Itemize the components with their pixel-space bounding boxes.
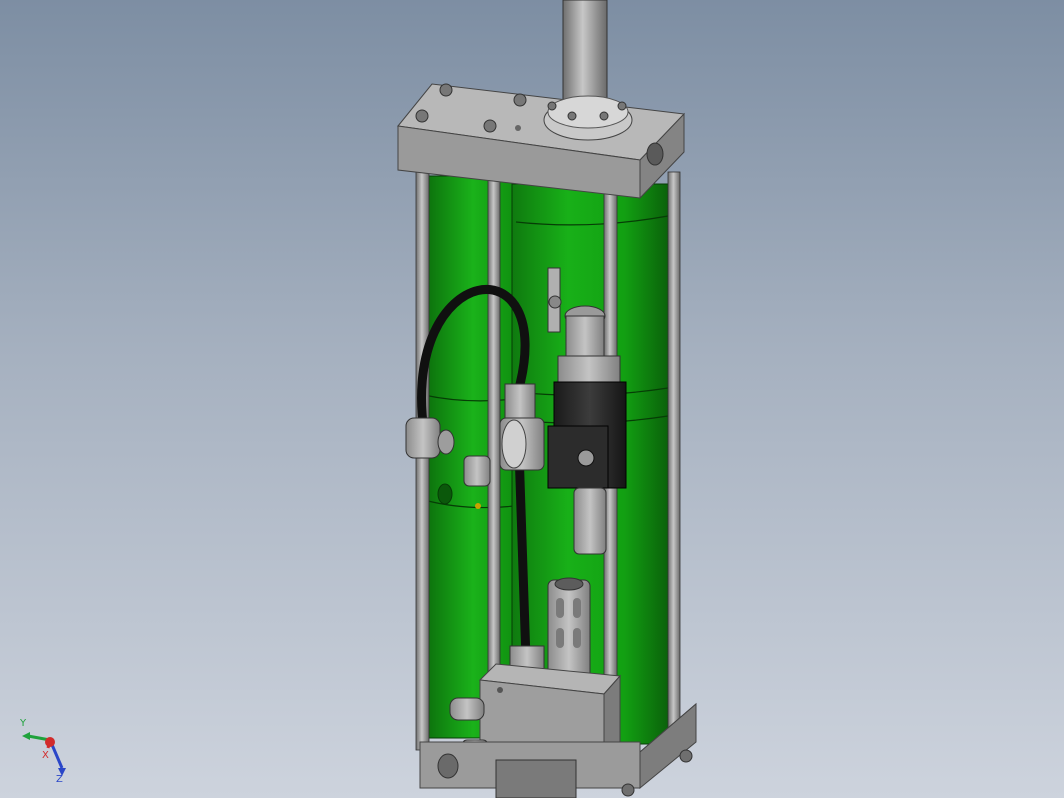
piston-rod	[562, 0, 608, 109]
orientation-triad[interactable]: Y Z X	[14, 712, 78, 784]
3d-viewport[interactable]: Y Z X	[0, 0, 1064, 798]
y-axis-label: Y	[19, 718, 27, 729]
exhaust-silencer	[547, 577, 591, 681]
x-axis-marker	[45, 737, 55, 747]
z-axis-label: Z	[56, 774, 63, 784]
pneumatic-cylinder-assembly-model[interactable]	[0, 0, 1064, 798]
x-axis-label: X	[42, 750, 49, 761]
